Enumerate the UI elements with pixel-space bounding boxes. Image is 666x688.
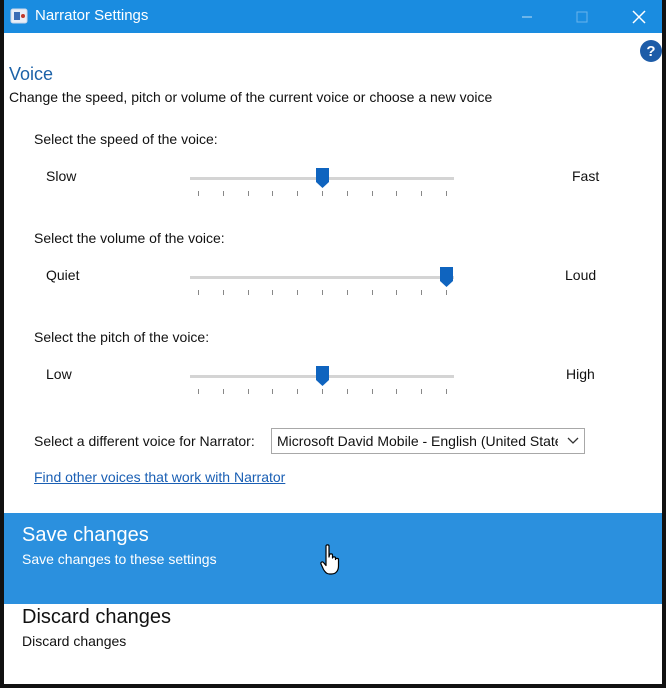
minimize-button[interactable]	[504, 0, 550, 33]
close-button[interactable]	[616, 0, 662, 33]
slider-tick	[272, 290, 274, 295]
slider-tick	[396, 389, 398, 394]
slider-tick	[371, 389, 373, 394]
slider-tick	[322, 191, 323, 196]
slider-tick	[322, 290, 323, 295]
slider-tick	[198, 290, 199, 295]
speed-max-label: Fast	[572, 168, 600, 184]
discard-changes-subtitle: Discard changes	[22, 633, 127, 649]
hand-cursor-icon	[320, 544, 340, 575]
save-changes-subtitle: Save changes to these settings	[22, 551, 217, 567]
pitch-slider-label: Select the pitch of the voice:	[34, 329, 210, 345]
slider-tick	[247, 290, 249, 295]
narrator-settings-window: Narrator Settings ? Voice Change the spe…	[0, 0, 666, 688]
slider-tick	[297, 290, 299, 295]
speed-slider[interactable]	[190, 168, 454, 198]
slider-tick	[421, 389, 423, 394]
slider-tick	[272, 191, 274, 196]
voice-dropdown[interactable]: Microsoft David Mobile - English (United…	[271, 428, 585, 454]
volume-min-label: Quiet	[46, 267, 80, 283]
slider-tick	[198, 389, 199, 394]
narrator-app-icon	[10, 8, 28, 24]
maximize-button[interactable]	[559, 0, 605, 33]
voice-section-title: Voice	[9, 64, 54, 84]
pitch-min-label: Low	[46, 366, 72, 382]
slider-tick	[247, 389, 249, 394]
slider-tick	[446, 389, 447, 394]
close-icon	[632, 9, 646, 24]
chevron-down-icon	[567, 437, 579, 444]
slider-tick	[322, 389, 323, 394]
slider-tick	[371, 191, 373, 196]
slider-tick	[297, 191, 299, 196]
discard-changes-title: Discard changes	[22, 606, 171, 628]
slider-tick	[396, 191, 398, 196]
slider-ticks	[190, 290, 454, 295]
slider-tick	[222, 191, 224, 196]
slider-thumb[interactable]	[316, 366, 329, 386]
window-title: Narrator Settings	[35, 7, 149, 24]
slider-thumb[interactable]	[440, 267, 453, 287]
slider-tick	[446, 191, 447, 196]
slider-tick	[446, 290, 447, 295]
slider-tick	[272, 389, 274, 394]
pitch-max-label: High	[566, 366, 595, 382]
slider-tick	[247, 191, 249, 196]
maximize-icon	[576, 11, 588, 22]
slider-thumb[interactable]	[316, 168, 329, 188]
slider-track	[190, 276, 454, 279]
save-changes-title: Save changes	[22, 524, 149, 546]
slider-tick	[222, 290, 224, 295]
voice-section-description: Change the speed, pitch or volume of the…	[9, 89, 493, 105]
slider-tick	[346, 290, 348, 295]
slider-tick	[396, 290, 398, 295]
slider-tick	[346, 389, 348, 394]
slider-tick	[421, 191, 423, 196]
minimize-icon	[522, 15, 532, 18]
slider-tick	[297, 389, 299, 394]
slider-tick	[198, 191, 199, 196]
help-icon[interactable]: ?	[640, 40, 662, 62]
slider-ticks	[190, 389, 454, 394]
title-bar[interactable]: Narrator Settings	[4, 0, 662, 33]
slider-ticks	[190, 191, 454, 196]
voice-dropdown-value: Microsoft David Mobile - English (United…	[277, 433, 558, 449]
volume-max-label: Loud	[565, 267, 597, 283]
volume-slider[interactable]	[190, 267, 454, 297]
slider-tick	[346, 191, 348, 196]
save-changes-button[interactable]: Save changes Save changes to these setti…	[4, 513, 662, 604]
discard-changes-button[interactable]: Discard changes Discard changes	[4, 604, 662, 684]
pitch-slider[interactable]	[190, 366, 454, 396]
volume-slider-label: Select the volume of the voice:	[34, 230, 225, 246]
slider-tick	[421, 290, 423, 295]
find-voices-link[interactable]: Find other voices that work with Narrato…	[34, 469, 285, 485]
slider-tick	[222, 389, 224, 394]
speed-min-label: Slow	[46, 168, 77, 184]
slider-tick	[371, 290, 373, 295]
voice-select-label: Select a different voice for Narrator:	[34, 433, 255, 449]
speed-slider-label: Select the speed of the voice:	[34, 131, 218, 147]
